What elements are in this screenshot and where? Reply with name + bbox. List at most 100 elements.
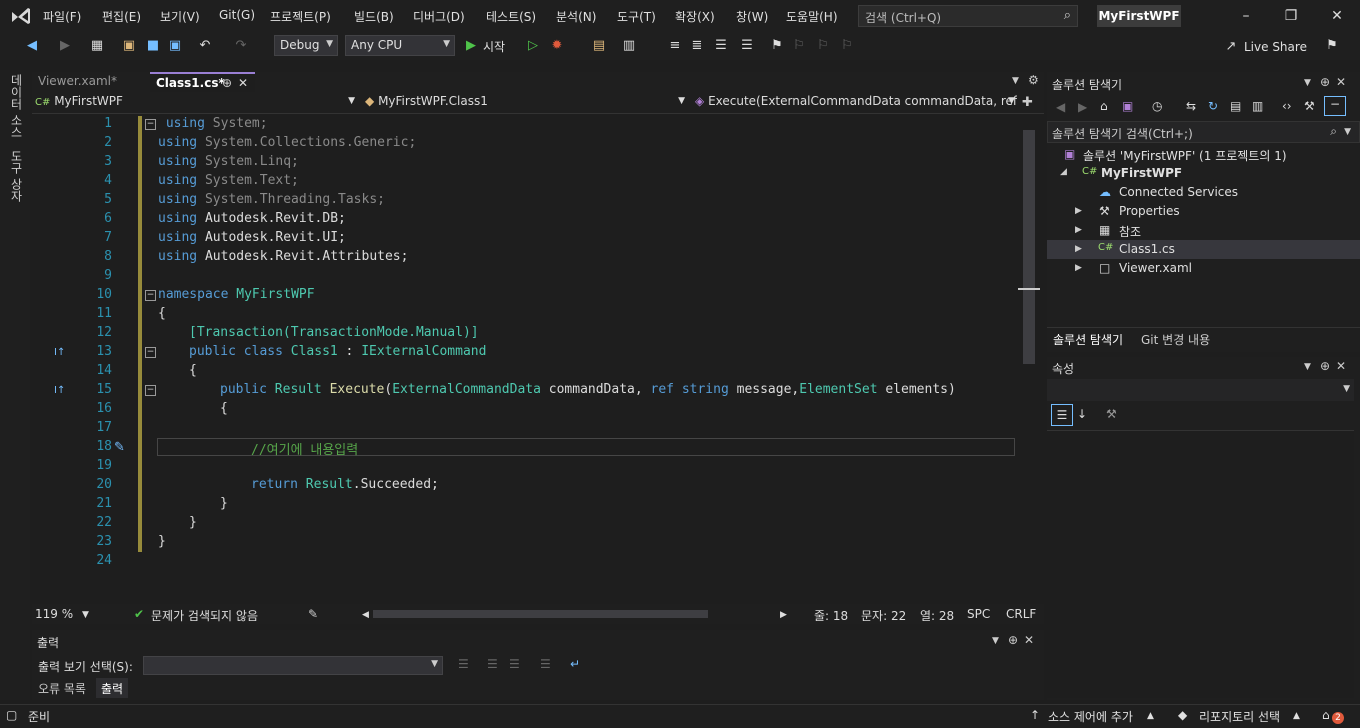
column-indicator[interactable]: 열: 28 bbox=[920, 607, 954, 624]
sync-icon[interactable]: ⇆ bbox=[1186, 99, 1196, 113]
menu-debug[interactable]: 디버그(D) bbox=[413, 8, 465, 25]
redo-icon[interactable]: ↷ bbox=[232, 37, 250, 55]
zoom-level[interactable]: 119 % bbox=[35, 607, 73, 621]
global-search-input[interactable]: 검색 (Ctrl+Q) ⌕ bbox=[858, 5, 1078, 27]
solution-search-input[interactable]: 솔루션 탐색기 검색(Ctrl+;) ⌕ ▼ bbox=[1047, 121, 1360, 143]
feedback-icon[interactable]: ⚑ bbox=[1323, 37, 1341, 55]
collapse-icon[interactable]: − bbox=[145, 290, 156, 301]
properties-object-select[interactable]: ▼ bbox=[1047, 379, 1354, 401]
tree-item-references[interactable]: 참조 bbox=[1119, 223, 1141, 240]
minimize-icon[interactable]: – bbox=[1236, 6, 1256, 26]
add-to-source-control-button[interactable]: 소스 제어에 추가 bbox=[1048, 708, 1133, 725]
forward-icon[interactable]: ▶ bbox=[56, 37, 74, 55]
data-sources-tab[interactable]: 데이터 소스 bbox=[8, 74, 25, 138]
bookmark-icon[interactable]: ⚑ bbox=[768, 37, 786, 55]
scroll-right-icon[interactable]: ▶ bbox=[780, 610, 787, 620]
tree-item-connected-services[interactable]: Connected Services bbox=[1119, 185, 1238, 199]
uncomment-icon[interactable]: ☰ bbox=[738, 37, 756, 55]
home-icon[interactable]: ⌂ bbox=[1100, 99, 1108, 113]
undo-icon[interactable]: ↶ bbox=[196, 37, 214, 55]
property-pages-icon[interactable]: ⚒ bbox=[1106, 407, 1117, 421]
menu-extensions[interactable]: 확장(X) bbox=[675, 8, 715, 25]
select-repository-button[interactable]: 리포지토리 선택 bbox=[1199, 708, 1280, 725]
save-icon[interactable]: ■ bbox=[144, 37, 162, 55]
start-icon[interactable]: ▶ bbox=[462, 37, 480, 55]
chevron-down-icon[interactable]: ▼ bbox=[1304, 78, 1311, 88]
categorized-icon[interactable]: ☰ bbox=[1051, 404, 1073, 426]
close-panel-icon[interactable]: ✕ bbox=[1336, 75, 1346, 89]
tree-item-viewer-xaml[interactable]: Viewer.xaml bbox=[1119, 261, 1192, 275]
bookmark-clear-icon[interactable]: ⚐ bbox=[838, 37, 856, 55]
expand-arrow-icon[interactable]: ▶ bbox=[1075, 244, 1082, 254]
toolbox-tab[interactable]: 도구 상자 bbox=[8, 150, 25, 202]
next-message-icon[interactable]: ☰ bbox=[509, 657, 520, 671]
tab-solution-explorer[interactable]: 솔루션 탐색기 bbox=[1053, 331, 1123, 348]
align-icon[interactable]: ≣ bbox=[688, 37, 706, 55]
collapse-icon[interactable]: − bbox=[145, 119, 156, 130]
line-indicator[interactable]: 줄: 18 bbox=[814, 607, 848, 624]
new-project-icon[interactable]: ▦ bbox=[88, 37, 106, 55]
close-tab-icon[interactable]: ✕ bbox=[238, 76, 248, 90]
line-ending-indicator[interactable]: CRLF bbox=[1006, 607, 1036, 621]
clear-all-icon[interactable]: ☰ bbox=[540, 657, 551, 671]
restore-icon[interactable]: ❐ bbox=[1281, 6, 1301, 26]
horizontal-scroll-thumb[interactable] bbox=[373, 610, 708, 618]
menu-file[interactable]: 파일(F) bbox=[43, 8, 81, 25]
collapse-icon[interactable]: − bbox=[145, 385, 156, 396]
expand-arrow-icon[interactable]: ◢ bbox=[1060, 167, 1067, 177]
comment-icon[interactable]: ☰ bbox=[712, 37, 730, 55]
preview-icon[interactable]: − bbox=[1324, 96, 1346, 116]
pin-icon[interactable]: ⊕ bbox=[1320, 75, 1330, 89]
solution-folder-icon[interactable]: ▤ bbox=[590, 37, 608, 55]
whitespace-indicator[interactable]: SPC bbox=[967, 607, 990, 621]
start-without-debug-icon[interactable]: ▷ bbox=[524, 37, 542, 55]
quick-action-brush-icon[interactable]: ✎ bbox=[114, 440, 125, 455]
implementation-marker-icon[interactable]: Ⅰ↑ bbox=[54, 347, 65, 358]
layout-icon[interactable]: ▥ bbox=[620, 37, 638, 55]
refresh-icon[interactable]: ↻ bbox=[1208, 99, 1218, 113]
editor-scroll-thumb[interactable] bbox=[1023, 130, 1035, 364]
word-wrap-icon[interactable]: ↵ bbox=[570, 657, 580, 671]
collapse-icon[interactable]: − bbox=[145, 347, 156, 358]
back-icon[interactable]: ◀ bbox=[1056, 100, 1065, 114]
menu-view[interactable]: 보기(V) bbox=[160, 8, 200, 25]
pin-icon[interactable]: ⊕ bbox=[222, 76, 232, 90]
show-all-files-icon[interactable]: ▥ bbox=[1252, 99, 1263, 113]
project-dropdown[interactable]: C# MyFirstWPF ▼ bbox=[35, 94, 357, 112]
step-icon[interactable]: ≡ bbox=[666, 37, 684, 55]
menu-tools[interactable]: 도구(T) bbox=[617, 8, 656, 25]
close-panel-icon[interactable]: ✕ bbox=[1336, 359, 1346, 373]
tree-item-properties[interactable]: Properties bbox=[1119, 204, 1180, 218]
pending-changes-icon[interactable]: ◷ bbox=[1152, 99, 1162, 113]
menu-project[interactable]: 프로젝트(P) bbox=[270, 8, 331, 25]
issues-status[interactable]: 문제가 검색되지 않음 bbox=[151, 607, 258, 624]
output-source-select[interactable]: ▼ bbox=[143, 656, 443, 675]
notifications-bell-icon[interactable]: ⌂ bbox=[1322, 708, 1330, 722]
menu-window[interactable]: 창(W) bbox=[736, 8, 768, 25]
split-icon[interactable]: ✚ bbox=[1022, 95, 1033, 110]
pin-icon[interactable]: ⊕ bbox=[1008, 633, 1018, 647]
config-select[interactable]: Debug ▼ bbox=[274, 35, 338, 56]
expand-arrow-icon[interactable]: ▶ bbox=[1075, 225, 1082, 235]
menu-git[interactable]: Git(G) bbox=[219, 8, 255, 22]
member-dropdown[interactable]: ◈ Execute(ExternalCommandData commandDat… bbox=[695, 94, 1017, 112]
forward-icon[interactable]: ▶ bbox=[1078, 100, 1087, 114]
tab-git-changes[interactable]: Git 변경 내용 bbox=[1141, 331, 1210, 348]
menu-analyze[interactable]: 분석(N) bbox=[556, 8, 596, 25]
switch-views-icon[interactable]: ▣ bbox=[1122, 99, 1133, 113]
tree-project[interactable]: MyFirstWPF bbox=[1101, 166, 1182, 180]
collapse-all-icon[interactable]: ▤ bbox=[1230, 99, 1241, 113]
platform-select[interactable]: Any CPU ▼ bbox=[345, 35, 455, 56]
menu-edit[interactable]: 편집(E) bbox=[102, 8, 141, 25]
tree-solution[interactable]: 솔루션 'MyFirstWPF' (1 프로젝트의 1) bbox=[1083, 147, 1287, 164]
tree-item-class1[interactable]: Class1.cs bbox=[1119, 242, 1175, 256]
chevron-down-icon[interactable]: ▼ bbox=[1304, 362, 1311, 372]
view-code-icon[interactable]: ‹› bbox=[1282, 99, 1292, 113]
open-folder-icon[interactable]: ▣ bbox=[120, 37, 138, 55]
previous-message-icon[interactable]: ☰ bbox=[487, 657, 498, 671]
char-indicator[interactable]: 문자: 22 bbox=[861, 607, 906, 624]
expand-arrow-icon[interactable]: ▶ bbox=[1075, 206, 1082, 216]
settings-gear-icon[interactable]: ⚙ bbox=[1028, 73, 1039, 87]
tab-list-dropdown-icon[interactable]: ▼ bbox=[1012, 76, 1019, 86]
hot-reload-icon[interactable]: ✹ bbox=[548, 37, 566, 55]
